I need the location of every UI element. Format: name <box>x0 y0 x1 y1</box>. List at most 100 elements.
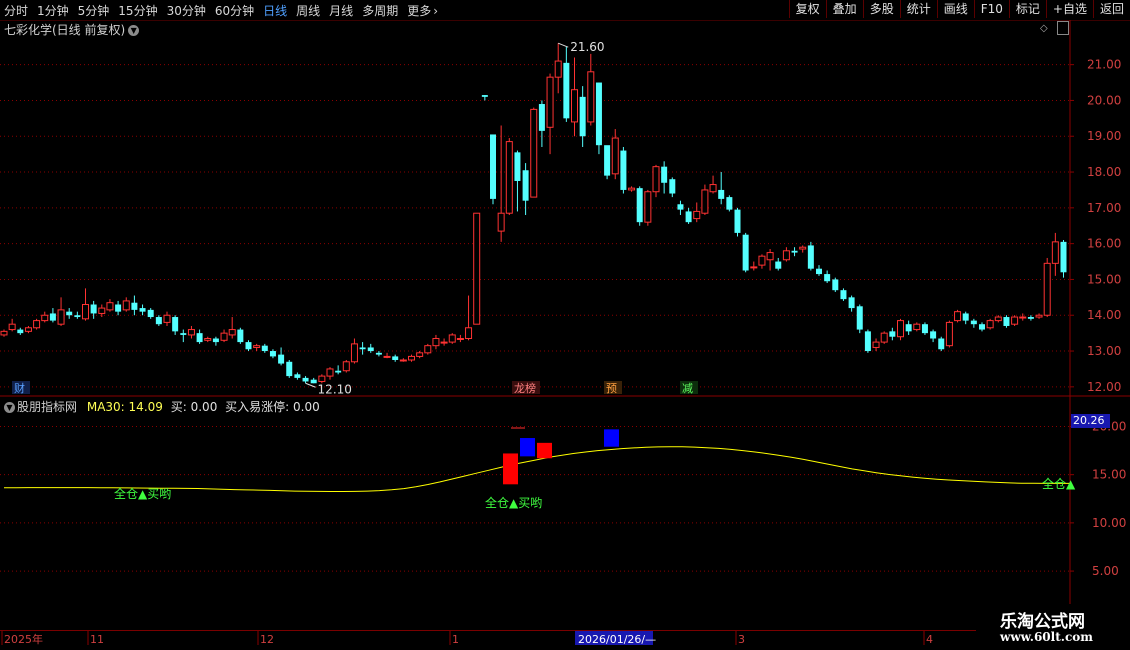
price-axis-label: 19.00 <box>1087 129 1121 143</box>
signal-block-blue <box>520 438 535 457</box>
candle-body-down <box>294 374 301 378</box>
watermark-title: 乐淘公式网 <box>1000 612 1085 632</box>
candle-body-down <box>212 338 219 343</box>
candle-body-up <box>350 343 358 363</box>
ma-label: MA30: <box>86 400 125 414</box>
indicator-axis-label: 5.00 <box>1092 564 1119 578</box>
candle-body-down <box>90 304 97 314</box>
zt-value: 0.00 <box>293 400 320 414</box>
candle-body-down <box>245 342 252 350</box>
candle-body-down <box>359 347 366 350</box>
candle-body-down <box>938 338 945 350</box>
candle-body-up <box>253 345 261 348</box>
candle-body-down <box>930 331 937 339</box>
candle-body-up <box>799 246 807 250</box>
candle-body-up <box>644 191 652 223</box>
candle-body-down <box>620 150 627 190</box>
price-axis-label: 18.00 <box>1087 165 1121 179</box>
full-buy-text-short: 全仓▲ <box>1042 476 1076 491</box>
candle-body-down <box>522 170 529 201</box>
buy-value: 0.00 <box>190 400 218 414</box>
candle-body-up <box>758 255 766 266</box>
event-tag-jian: 减 <box>682 382 693 395</box>
event-tag-yu: 预 <box>606 382 617 395</box>
candle-body-up <box>709 184 717 193</box>
candle-body-down <box>131 302 138 310</box>
candle-body-up <box>456 338 464 341</box>
candle-body-down <box>155 317 162 325</box>
candle-body-down <box>172 317 179 332</box>
signal-block-red <box>503 453 518 485</box>
price-axis-label: 20.00 <box>1087 93 1121 107</box>
candle-body-up <box>505 141 513 214</box>
candle-body-up <box>693 210 701 220</box>
candle-body-up <box>652 166 660 193</box>
candle-body-down <box>579 96 586 137</box>
candle-body-down <box>921 324 928 334</box>
low-marker-line <box>305 382 316 388</box>
candle-body-up <box>701 189 709 214</box>
candle-body-down <box>66 311 73 316</box>
candle-body-up <box>880 332 888 343</box>
candle-body-down <box>335 370 342 373</box>
candle-body-up <box>872 341 880 348</box>
watermark-url: www.60lt.com <box>1000 630 1093 644</box>
candle-body-up <box>163 314 171 323</box>
candle-body-up <box>1019 316 1027 319</box>
candle-body-down <box>17 329 24 334</box>
candle-body-up <box>106 302 114 311</box>
candle-body-down <box>74 315 81 318</box>
candle-body-up <box>41 314 49 322</box>
indicator-name[interactable]: 股朋指标网 <box>17 400 77 414</box>
candle-body-up <box>122 300 130 311</box>
candle-body-up <box>408 355 415 361</box>
candle-body-up <box>465 327 473 340</box>
candle-body-up <box>342 361 350 372</box>
candle-body-down <box>310 379 317 384</box>
candle-body-down <box>286 361 293 377</box>
candle-body-down <box>115 304 122 312</box>
candle-body-down <box>775 261 782 269</box>
candle-body-up <box>1035 314 1043 318</box>
candle-body-up <box>611 137 619 175</box>
date-axis[interactable] <box>0 630 976 646</box>
chevron-down-icon[interactable]: ▼ <box>4 402 15 413</box>
candle-body-down <box>1003 317 1010 326</box>
candle-body-down <box>742 234 749 271</box>
candle-body-up <box>945 321 953 347</box>
candle-body-up <box>448 334 456 343</box>
candle-body-down <box>807 245 814 269</box>
candle-body-up <box>318 375 326 382</box>
indicator-axis-label: 10.00 <box>1092 516 1126 530</box>
candle-body-up <box>628 187 636 191</box>
candle-body-up <box>571 89 578 123</box>
candle-body-up <box>473 212 481 325</box>
candle-body-up <box>497 212 505 232</box>
candle-body-down <box>970 320 977 325</box>
candle-body-down <box>816 268 822 275</box>
candle-body-up <box>416 352 424 357</box>
candle-body-up <box>1043 262 1051 316</box>
candle-body-down <box>563 62 570 119</box>
candle-body-down <box>864 331 871 352</box>
kline-chart[interactable]: 21.00 20.00 19.00 18.00 17.00 16.00 15.00 14.00… <box>0 0 1130 650</box>
candle-body-up <box>554 60 562 78</box>
candle-body-down <box>889 331 896 337</box>
candle-body-down <box>604 145 611 176</box>
candle-body-down <box>278 354 285 364</box>
buy-label: 买: <box>170 400 187 414</box>
candle-body-down <box>636 188 643 223</box>
candle-body-down <box>661 166 668 183</box>
ma-value: 14.09 <box>128 400 163 414</box>
price-axis-label: 17.00 <box>1087 201 1121 215</box>
price-axis-label: 13.00 <box>1087 344 1121 358</box>
candle-body-down <box>1027 317 1034 319</box>
price-axis-label: 12.00 <box>1087 380 1121 394</box>
candle-body-down <box>514 152 521 181</box>
candle-body-down <box>237 329 244 343</box>
candle-body-up <box>530 108 538 198</box>
candle-body-up <box>587 71 595 123</box>
full-buy-text: 全仓▲买哟 <box>485 495 542 510</box>
candle-body-down <box>824 274 831 282</box>
price-axis-label: 21.00 <box>1087 58 1121 72</box>
